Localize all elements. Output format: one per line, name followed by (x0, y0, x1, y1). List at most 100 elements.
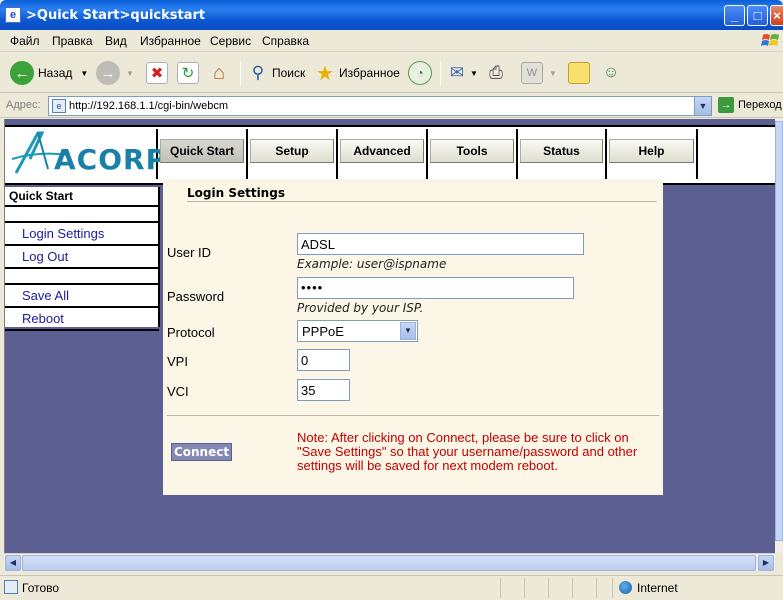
vertical-scroll-thumb[interactable] (775, 121, 783, 541)
protocol-select[interactable]: PPPoE ▼ (297, 320, 418, 342)
minimize-button[interactable]: _ (724, 5, 745, 26)
menu-favorites[interactable]: Избранное (140, 34, 201, 48)
connect-button[interactable]: Connect (171, 443, 232, 461)
vci-label: VCI (167, 384, 189, 399)
back-label: Назад (38, 66, 73, 80)
forward-button[interactable]: → ▼ (96, 59, 134, 87)
sidebar-item-login-settings[interactable]: Login Settings (5, 223, 159, 246)
mail-button[interactable]: ✉ ▼ (446, 59, 478, 87)
tab-setup-label[interactable]: Setup (250, 139, 334, 163)
refresh-button[interactable]: ↻ (177, 59, 199, 87)
search-button[interactable]: ⚲ Поиск (247, 59, 306, 87)
sidebar: Quick Start Login Settings Log Out Save … (5, 187, 159, 331)
acorp-logo: ACORP (8, 129, 166, 179)
mail-dropdown-icon[interactable]: ▼ (470, 69, 478, 78)
internet-globe-icon (619, 581, 632, 594)
tab-tools-label[interactable]: Tools (430, 139, 514, 163)
edit-dropdown-icon[interactable]: ▼ (549, 69, 557, 78)
tab-status[interactable]: Status (518, 129, 607, 179)
scroll-left-icon[interactable]: ◀ (5, 555, 21, 571)
title-bar: e >Quick Start>quickstart _ □ × (0, 0, 783, 30)
vpi-label: VPI (167, 354, 188, 369)
tab-help[interactable]: Help (607, 129, 698, 179)
horizontal-scroll-thumb[interactable] (22, 555, 756, 571)
page-done-icon (4, 580, 18, 594)
horizontal-scrollbar[interactable]: ◀ ▶ (4, 553, 775, 571)
address-label: Адрес: (6, 99, 41, 111)
menu-bar: Файл Правка Вид Избранное Сервис Справка (0, 30, 783, 52)
tab-quick-start[interactable]: Quick Start (158, 129, 248, 179)
password-input[interactable]: •••• (297, 277, 574, 299)
stop-button[interactable]: ✖ (146, 59, 168, 87)
logo-text: ACORP (54, 143, 168, 176)
zone-label: Internet (637, 581, 678, 595)
menu-edit[interactable]: Правка (52, 34, 93, 48)
go-button[interactable]: → Переход (718, 97, 782, 113)
tab-setup[interactable]: Setup (248, 129, 338, 179)
sidebar-item-label[interactable]: Log Out (22, 246, 68, 264)
search-label: Поиск (272, 66, 306, 80)
address-url[interactable]: http://192.168.1.1/cgi-bin/webcm (69, 100, 228, 112)
tab-advanced-label[interactable]: Advanced (340, 139, 424, 163)
chevron-down-icon[interactable]: ▼ (400, 322, 416, 340)
scroll-right-icon[interactable]: ▶ (758, 555, 774, 571)
form-divider (167, 415, 659, 416)
back-button[interactable]: ← Назад ▼ (10, 59, 88, 87)
security-zone: Internet (612, 578, 783, 598)
menu-tools[interactable]: Сервис (210, 34, 251, 48)
favorites-label: Избранное (339, 66, 400, 80)
search-icon: ⚲ (251, 63, 265, 82)
tab-advanced[interactable]: Advanced (338, 129, 428, 179)
forward-dropdown-icon[interactable]: ▼ (126, 69, 134, 78)
window-title: >Quick Start>quickstart (26, 8, 206, 23)
windows-logo-icon (761, 32, 781, 50)
discuss-button[interactable] (568, 59, 590, 87)
sidebar-item-label[interactable]: Save All (22, 285, 69, 303)
messenger-button[interactable]: ☺ (600, 59, 622, 87)
tab-quick-start-label[interactable]: Quick Start (160, 139, 244, 163)
tab-tools[interactable]: Tools (428, 129, 518, 179)
sidebar-item-label[interactable]: Login Settings (22, 223, 104, 241)
print-button[interactable]: ⎙ (485, 59, 507, 87)
close-button[interactable]: × (770, 5, 783, 26)
address-bar: Адрес: e http://192.168.1.1/cgi-bin/webc… (0, 94, 783, 118)
messenger-people-icon: ☺ (602, 64, 620, 81)
sidebar-item-label[interactable]: Reboot (22, 308, 64, 326)
edit-button[interactable]: W ▼ (521, 59, 557, 87)
sidebar-item-reboot[interactable]: Reboot (5, 308, 159, 331)
vertical-scrollbar[interactable] (775, 119, 783, 553)
mail-icon: ✉ (449, 63, 465, 82)
user-id-hint: Example: user@ispname (297, 257, 447, 271)
sidebar-item-save-all[interactable]: Save All (5, 285, 159, 308)
toolbar: ← Назад ▼ → ▼ ✖ ↻ ⌂ ⚲ Поиск ★ Избранное … (0, 53, 783, 93)
password-label: Password (167, 289, 225, 304)
forward-arrow-icon: → (96, 61, 120, 85)
address-dropdown-icon[interactable]: ▼ (694, 97, 711, 115)
back-dropdown-icon[interactable]: ▼ (80, 69, 88, 78)
page-icon: e (52, 99, 66, 113)
address-input[interactable]: e http://192.168.1.1/cgi-bin/webcm ▼ (48, 96, 712, 116)
save-settings-note: Note: After clicking on Connect, please … (297, 430, 638, 473)
edit-word-icon: W (521, 62, 543, 84)
menu-help[interactable]: Справка (262, 34, 309, 48)
menu-file[interactable]: Файл (10, 34, 40, 48)
home-icon: ⌂ (212, 61, 226, 84)
note-icon (568, 62, 590, 84)
home-button[interactable]: ⌂ (208, 59, 230, 87)
tab-help-label[interactable]: Help (609, 139, 694, 163)
vci-input[interactable] (297, 379, 350, 401)
tab-status-label[interactable]: Status (520, 139, 603, 163)
sidebar-item-log-out[interactable]: Log Out (5, 246, 159, 269)
favorites-button[interactable]: ★ Избранное (314, 59, 400, 87)
maximize-button[interactable]: □ (747, 5, 768, 26)
sidebar-spacer (5, 207, 159, 223)
user-id-input[interactable] (297, 233, 584, 255)
vpi-input[interactable] (297, 349, 350, 371)
history-button[interactable]: ◔ (408, 59, 432, 87)
status-bar: Готово Internet (0, 575, 783, 600)
menu-view[interactable]: Вид (105, 34, 127, 48)
print-icon: ⎙ (489, 63, 503, 82)
protocol-value: PPPoE (302, 324, 344, 339)
go-label: Переход (738, 99, 782, 111)
sidebar-spacer (5, 269, 159, 285)
